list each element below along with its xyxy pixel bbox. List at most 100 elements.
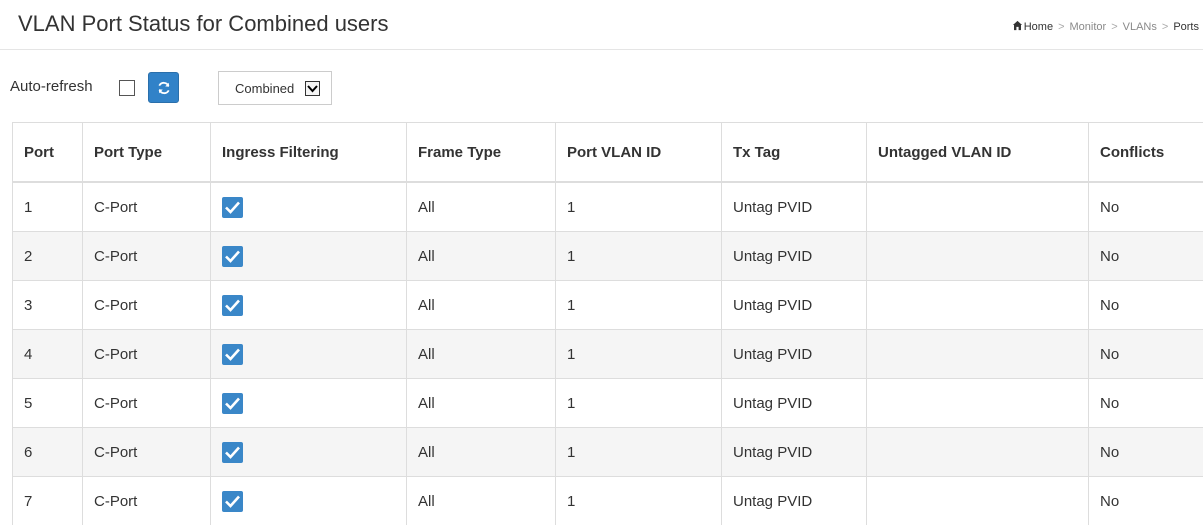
table-row: 5C-Port All1Untag PVID No <box>13 379 1203 428</box>
table-row: 2C-Port All1Untag PVID No <box>13 232 1203 281</box>
controls-bar: Auto-refresh Combined <box>0 68 1203 112</box>
cell-ingress-filtering <box>211 232 407 281</box>
cell-tx-tag: Untag PVID <box>722 182 867 232</box>
column-header-conflicts: Conflicts <box>1089 123 1203 183</box>
cell-untagged-vlan-id <box>867 232 1089 281</box>
column-header-tx-tag: Tx Tag <box>722 123 867 183</box>
auto-refresh-checkbox[interactable] <box>119 80 135 96</box>
refresh-button[interactable] <box>148 72 179 103</box>
cell-ingress-filtering <box>211 330 407 379</box>
cell-port: 1 <box>13 182 83 232</box>
cell-port: 6 <box>13 428 83 477</box>
cell-port-vlan-id: 1 <box>556 477 722 525</box>
cell-tx-tag: Untag PVID <box>722 330 867 379</box>
cell-port-vlan-id: 1 <box>556 428 722 477</box>
table-row: 6C-Port All1Untag PVID No <box>13 428 1203 477</box>
cell-port-type: C-Port <box>83 330 211 379</box>
cell-untagged-vlan-id <box>867 477 1089 525</box>
column-header-port-vlan-id: Port VLAN ID <box>556 123 722 183</box>
cell-port: 7 <box>13 477 83 525</box>
user-select-value: Combined <box>235 81 294 96</box>
column-header-port: Port <box>13 123 83 183</box>
cell-conflicts: No <box>1089 477 1203 525</box>
cell-port-vlan-id: 1 <box>556 182 722 232</box>
vlan-port-status-table: Port Port Type Ingress Filtering Frame T… <box>12 122 1203 525</box>
cell-conflicts: No <box>1089 428 1203 477</box>
cell-conflicts: No <box>1089 281 1203 330</box>
cell-untagged-vlan-id <box>867 330 1089 379</box>
cell-port-type: C-Port <box>83 232 211 281</box>
checkbox-checked-icon <box>222 295 243 316</box>
cell-frame-type: All <box>407 428 556 477</box>
table-row: 4C-Port All1Untag PVID No <box>13 330 1203 379</box>
cell-frame-type: All <box>407 477 556 525</box>
cell-port-type: C-Port <box>83 477 211 525</box>
cell-conflicts: No <box>1089 379 1203 428</box>
cell-port: 3 <box>13 281 83 330</box>
cell-tx-tag: Untag PVID <box>722 477 867 525</box>
cell-untagged-vlan-id <box>867 379 1089 428</box>
cell-port-type: C-Port <box>83 281 211 330</box>
page-title: VLAN Port Status for Combined users <box>18 11 389 37</box>
column-header-frame-type: Frame Type <box>407 123 556 183</box>
cell-frame-type: All <box>407 379 556 428</box>
cell-frame-type: All <box>407 330 556 379</box>
cell-tx-tag: Untag PVID <box>722 232 867 281</box>
cell-untagged-vlan-id <box>867 182 1089 232</box>
cell-untagged-vlan-id <box>867 281 1089 330</box>
auto-refresh-label: Auto-refresh <box>10 78 93 95</box>
user-select[interactable]: Combined <box>218 71 332 105</box>
cell-port-type: C-Port <box>83 428 211 477</box>
cell-ingress-filtering <box>211 182 407 232</box>
checkbox-checked-icon <box>222 246 243 267</box>
cell-port: 2 <box>13 232 83 281</box>
cell-frame-type: All <box>407 182 556 232</box>
checkbox-checked-icon <box>222 393 243 414</box>
cell-ingress-filtering <box>211 477 407 525</box>
cell-port-vlan-id: 1 <box>556 379 722 428</box>
breadcrumb-separator: > <box>1111 21 1117 33</box>
cell-conflicts: No <box>1089 330 1203 379</box>
table-body: 1C-PortAll1Untag PVIDNo2C-PortAll1Untag … <box>13 182 1203 525</box>
chevron-down-icon[interactable] <box>305 81 320 96</box>
table-row: 7C-Port All1Untag PVID No <box>13 477 1203 525</box>
cell-ingress-filtering <box>211 428 407 477</box>
column-header-port-type: Port Type <box>83 123 211 183</box>
cell-port-type: C-Port <box>83 182 211 232</box>
cell-port-vlan-id: 1 <box>556 330 722 379</box>
breadcrumb-separator: > <box>1162 21 1168 33</box>
column-header-untagged-vlan-id: Untagged VLAN ID <box>867 123 1089 183</box>
checkbox-checked-icon <box>222 491 243 512</box>
breadcrumb-vlans-link[interactable]: VLANs <box>1123 21 1157 33</box>
breadcrumb-separator: > <box>1058 21 1064 33</box>
checkbox-checked-icon <box>222 344 243 365</box>
cell-port: 5 <box>13 379 83 428</box>
breadcrumb-home-link[interactable]: Home <box>1024 21 1053 33</box>
checkbox-checked-icon <box>222 442 243 463</box>
cell-tx-tag: Untag PVID <box>722 379 867 428</box>
column-header-ingress-filtering: Ingress Filtering <box>211 123 407 183</box>
cell-port-vlan-id: 1 <box>556 232 722 281</box>
breadcrumb-current: Ports <box>1173 21 1199 33</box>
breadcrumb-monitor-link[interactable]: Monitor <box>1070 21 1107 33</box>
cell-port-type: C-Port <box>83 379 211 428</box>
title-bar: VLAN Port Status for Combined users Home… <box>0 0 1203 50</box>
cell-conflicts: No <box>1089 182 1203 232</box>
table-row: 3C-Port All1Untag PVID No <box>13 281 1203 330</box>
breadcrumb: Home > Monitor > VLANs > Ports <box>1012 20 1199 33</box>
table-row: 1C-PortAll1Untag PVIDNo <box>13 182 1203 232</box>
cell-conflicts: No <box>1089 232 1203 281</box>
cell-port: 4 <box>13 330 83 379</box>
cell-tx-tag: Untag PVID <box>722 281 867 330</box>
cell-ingress-filtering <box>211 379 407 428</box>
cell-untagged-vlan-id <box>867 428 1089 477</box>
cell-frame-type: All <box>407 281 556 330</box>
home-icon <box>1012 20 1023 31</box>
checkbox-checked-icon <box>222 197 243 218</box>
refresh-icon <box>157 81 171 95</box>
cell-tx-tag: Untag PVID <box>722 428 867 477</box>
cell-frame-type: All <box>407 232 556 281</box>
cell-port-vlan-id: 1 <box>556 281 722 330</box>
table-header-row: Port Port Type Ingress Filtering Frame T… <box>13 123 1203 183</box>
cell-ingress-filtering <box>211 281 407 330</box>
